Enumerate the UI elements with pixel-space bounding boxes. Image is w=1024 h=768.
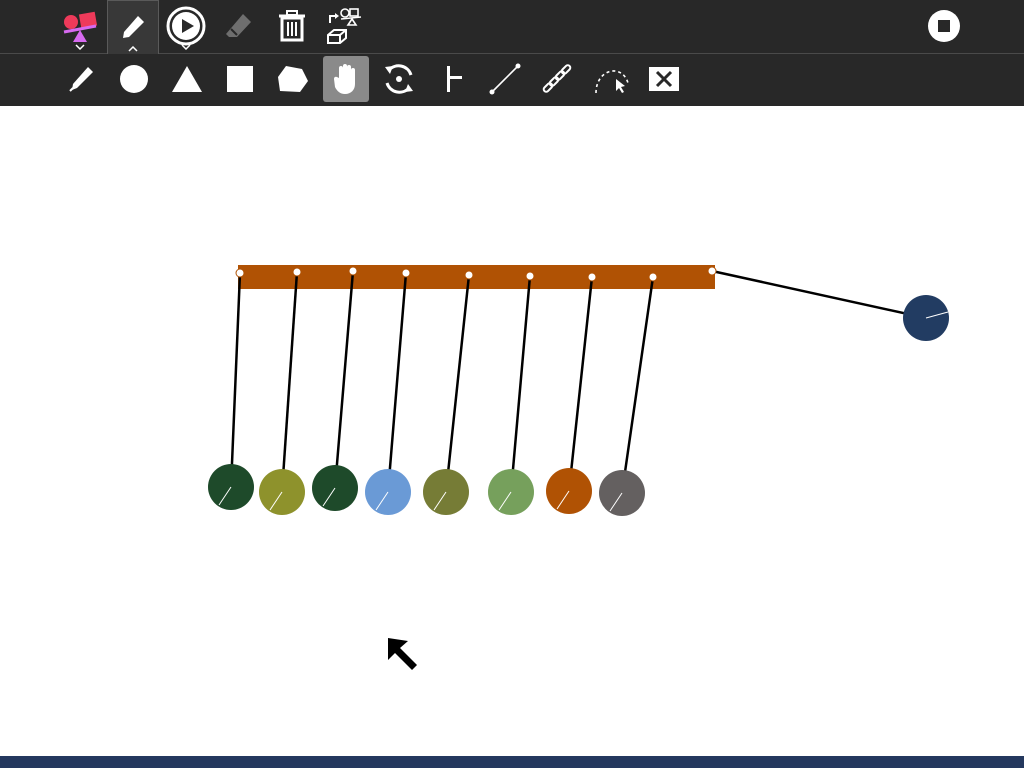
close-icon (649, 67, 679, 91)
polygon-tool-button[interactable] (270, 56, 316, 102)
pin-icon (447, 66, 462, 92)
main-toolbar (0, 0, 1024, 54)
pin-joint[interactable] (348, 266, 358, 276)
swinging-ball[interactable] (903, 295, 949, 341)
hand-icon (333, 64, 355, 94)
pin-joint[interactable] (648, 272, 658, 282)
cursor-arrow-icon (388, 638, 417, 670)
delete-tool-button[interactable] (641, 56, 687, 102)
grab-tool-button[interactable] (323, 56, 369, 102)
pin-joint[interactable] (464, 270, 474, 280)
activity-button[interactable] (54, 0, 106, 52)
pendulum-ball[interactable] (259, 469, 305, 515)
tracker-icon (595, 70, 629, 94)
motor-tool-button[interactable] (376, 56, 422, 102)
chevron-down-icon (181, 44, 191, 50)
eraser-button[interactable] (213, 0, 265, 52)
circle-tool-button[interactable] (111, 56, 157, 102)
trash-button[interactable] (266, 0, 318, 52)
chevron-down-icon (75, 44, 85, 50)
draw-tool-button[interactable] (58, 56, 104, 102)
physics-canvas[interactable] (0, 106, 1024, 756)
pendulum-ball[interactable] (488, 469, 534, 515)
pin-joint[interactable] (292, 267, 302, 277)
beam[interactable] (238, 265, 715, 289)
tool-palette (0, 54, 1024, 106)
motor-icon (385, 64, 413, 94)
rope[interactable] (229, 272, 242, 488)
play-icon (166, 6, 206, 46)
pendulum-ball[interactable] (208, 464, 254, 510)
pendulum-ball[interactable] (312, 465, 358, 511)
edit-tool-button[interactable] (107, 0, 159, 54)
rope[interactable] (280, 271, 299, 493)
bottom-status-bar (0, 756, 1024, 768)
stop-icon (928, 10, 960, 42)
trash-icon (279, 10, 305, 42)
rope-tool-button[interactable] (482, 56, 528, 102)
stop-button[interactable] (918, 0, 970, 52)
rope[interactable] (386, 272, 408, 493)
rope[interactable] (333, 270, 355, 489)
scene-button[interactable] (319, 0, 371, 52)
rope-group (229, 269, 927, 494)
square-icon (227, 66, 253, 92)
physics-activity-icon (63, 11, 98, 42)
triangle-tool-button[interactable] (164, 56, 210, 102)
pendulum-ball[interactable] (423, 469, 469, 515)
triangle-icon (172, 66, 202, 92)
circle-icon (120, 65, 148, 93)
pin-joint[interactable] (587, 272, 597, 282)
scene-drawing[interactable] (0, 106, 1024, 756)
chevron-up-icon (128, 46, 138, 52)
rope[interactable] (620, 276, 655, 494)
rope[interactable] (711, 269, 927, 320)
pentagon-icon (278, 66, 308, 92)
square-tool-button[interactable] (217, 56, 263, 102)
pencil-icon (123, 15, 144, 38)
rope[interactable] (567, 276, 594, 492)
pendulum-ball[interactable] (365, 469, 411, 515)
chain-tool-button[interactable] (535, 56, 581, 102)
eraser-icon (226, 14, 251, 37)
play-button[interactable] (160, 0, 212, 52)
pin-joint[interactable] (401, 268, 411, 278)
rope-icon (489, 63, 521, 95)
tracker-tool-button[interactable] (588, 56, 634, 102)
rope[interactable] (509, 275, 532, 493)
pendulum-ball[interactable] (546, 468, 592, 514)
pencil-icon (69, 67, 93, 92)
chain-icon (542, 64, 572, 93)
scene-icon (327, 8, 362, 44)
pin-joint[interactable] (525, 271, 535, 281)
pendulum-ball[interactable] (599, 470, 645, 516)
pin-joint[interactable] (235, 268, 245, 278)
pin-joint[interactable] (707, 266, 717, 276)
rope[interactable] (444, 274, 471, 493)
pin-tool-button[interactable] (429, 56, 475, 102)
